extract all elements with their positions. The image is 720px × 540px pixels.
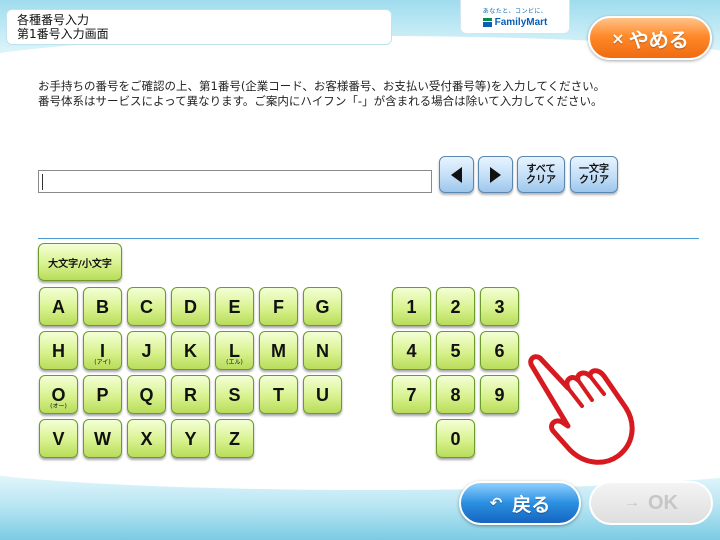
cursor-left-button[interactable] bbox=[439, 156, 474, 193]
instruction-line-1: お手持ちの番号をご確認の上、第1番号(企業コード、お客様番号、お支払い受付番号等… bbox=[38, 79, 606, 93]
key-h[interactable]: H bbox=[39, 331, 78, 370]
screen-title-line1: 各種番号入力 bbox=[17, 13, 90, 27]
key-e[interactable]: E bbox=[215, 287, 254, 326]
key-7[interactable]: 7 bbox=[392, 375, 431, 414]
key-g[interactable]: G bbox=[303, 287, 342, 326]
close-icon: × bbox=[611, 28, 625, 48]
clear-one-label-1: 一文字 bbox=[579, 163, 609, 175]
key-o[interactable]: O (オー) bbox=[39, 375, 78, 414]
key-4[interactable]: 4 bbox=[392, 331, 431, 370]
clear-one-char-button[interactable]: 一文字 クリア bbox=[570, 156, 618, 193]
key-i[interactable]: I (アイ) bbox=[83, 331, 122, 370]
key-c[interactable]: C bbox=[127, 287, 166, 326]
familymart-logo: あなたと、コンビに、 FamilyMart bbox=[460, 0, 570, 34]
instruction-line-2: 番号体系はサービスによって異なります。ご案内にハイフン「-」が含まれる場合は除い… bbox=[38, 94, 603, 108]
key-s[interactable]: S bbox=[215, 375, 254, 414]
key-5[interactable]: 5 bbox=[436, 331, 475, 370]
number-input-field[interactable] bbox=[38, 170, 432, 193]
cursor-right-button[interactable] bbox=[478, 156, 513, 193]
key-2[interactable]: 2 bbox=[436, 287, 475, 326]
logo-tagline: あなたと、コンビに、 bbox=[482, 8, 548, 15]
key-q[interactable]: Q bbox=[127, 375, 166, 414]
clear-all-button[interactable]: すべて クリア bbox=[517, 156, 565, 193]
key-n[interactable]: N bbox=[303, 331, 342, 370]
key-3[interactable]: 3 bbox=[480, 287, 519, 326]
key-m[interactable]: M bbox=[259, 331, 298, 370]
key-y[interactable]: Y bbox=[171, 419, 210, 458]
back-button-label: 戻る bbox=[512, 493, 551, 516]
key-a[interactable]: A bbox=[39, 287, 78, 326]
key-p[interactable]: P bbox=[83, 375, 122, 414]
back-button[interactable]: ↶ 戻る bbox=[459, 481, 581, 525]
clear-one-label-2: クリア bbox=[579, 174, 609, 186]
key-9[interactable]: 9 bbox=[480, 375, 519, 414]
logo-name: FamilyMart bbox=[494, 17, 548, 28]
key-v[interactable]: V bbox=[39, 419, 78, 458]
key-1[interactable]: 1 bbox=[392, 287, 431, 326]
back-arrow-icon: ↶ bbox=[489, 494, 503, 512]
key-l[interactable]: L (エル) bbox=[215, 331, 254, 370]
ok-button-label: OK bbox=[648, 491, 678, 514]
key-w[interactable]: W bbox=[83, 419, 122, 458]
key-o-hint: (オー) bbox=[50, 403, 67, 410]
key-8[interactable]: 8 bbox=[436, 375, 475, 414]
screen-title: 各種番号入力 第1番号入力画面 bbox=[6, 9, 392, 45]
key-d[interactable]: D bbox=[171, 287, 210, 326]
key-6[interactable]: 6 bbox=[480, 331, 519, 370]
right-arrow-icon: → bbox=[624, 494, 640, 511]
key-j[interactable]: J bbox=[127, 331, 166, 370]
screen-title-line2: 第1番号入力画面 bbox=[17, 27, 109, 41]
key-l-hint: (エル) bbox=[226, 359, 243, 366]
key-x[interactable]: X bbox=[127, 419, 166, 458]
right-arrow-icon bbox=[490, 166, 501, 183]
left-arrow-icon bbox=[451, 166, 462, 183]
familymart-mark-icon bbox=[482, 18, 492, 27]
key-z[interactable]: Z bbox=[215, 419, 254, 458]
instructions: お手持ちの番号をご確認の上、第1番号(企業コード、お客様番号、お支払い受付番号等… bbox=[38, 79, 688, 109]
section-divider bbox=[38, 238, 699, 239]
key-0[interactable]: 0 bbox=[436, 419, 475, 458]
key-u[interactable]: U bbox=[303, 375, 342, 414]
case-toggle-label: 大文字/小文字 bbox=[48, 258, 112, 270]
key-i-hint: (アイ) bbox=[94, 359, 111, 366]
text-caret bbox=[42, 174, 43, 190]
pointing-hand-icon bbox=[528, 354, 635, 465]
key-r[interactable]: R bbox=[171, 375, 210, 414]
case-toggle-button[interactable]: 大文字/小文字 bbox=[38, 243, 122, 281]
key-f[interactable]: F bbox=[259, 287, 298, 326]
key-t[interactable]: T bbox=[259, 375, 298, 414]
cancel-button-label: やめる bbox=[628, 27, 689, 52]
cancel-button[interactable]: × やめる bbox=[588, 16, 712, 60]
clear-all-label-2: クリア bbox=[526, 174, 556, 186]
key-b[interactable]: B bbox=[83, 287, 122, 326]
ok-button[interactable]: → OK bbox=[589, 481, 713, 525]
clear-all-label-1: すべて bbox=[526, 163, 556, 175]
key-k[interactable]: K bbox=[171, 331, 210, 370]
